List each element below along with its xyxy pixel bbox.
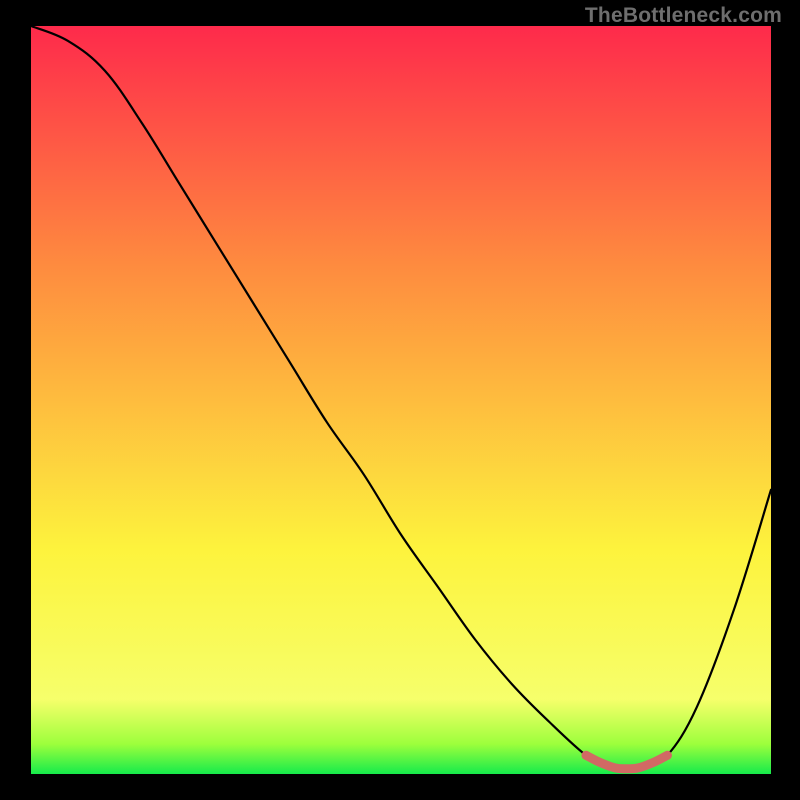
- gradient-background: [31, 26, 771, 774]
- watermark-text: TheBottleneck.com: [585, 4, 782, 28]
- chart-plot-area: [31, 26, 771, 774]
- bottleneck-chart: [31, 26, 771, 774]
